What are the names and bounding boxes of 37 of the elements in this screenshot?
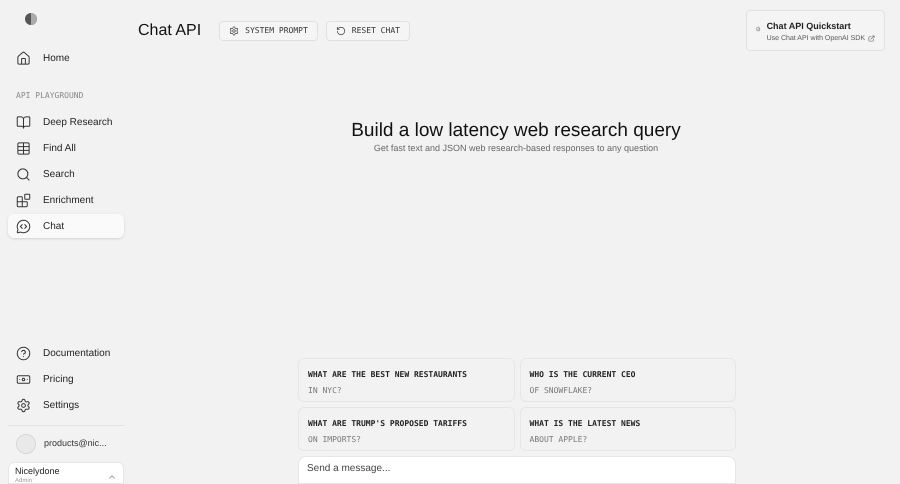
home-icon (16, 50, 31, 66)
toolbar-button[interactable]: SYSTEM PROMPT (219, 21, 318, 41)
suggestion-card[interactable]: WHO IS THE CURRENT CEO OF SNOWFLAKE? (520, 358, 736, 402)
sidebar-item[interactable]: Settings (8, 393, 124, 417)
search-icon (16, 166, 31, 182)
page-title: Chat API (138, 21, 202, 41)
logo-icon (24, 12, 38, 26)
external-link-icon (868, 35, 875, 42)
sidebar-item[interactable]: Home (8, 46, 124, 70)
sidebar-item[interactable]: Chat (8, 214, 124, 238)
settings-icon (16, 398, 31, 412)
toolbar-button[interactable]: RESET CHAT (326, 21, 410, 41)
hero-subtitle: Get fast text and JSON web research-based responses to any question (374, 142, 658, 155)
settings-icon (229, 26, 240, 36)
chat-icon (16, 218, 31, 234)
hero-title: Build a low latency web research query (351, 120, 681, 142)
sidebar-item[interactable]: Pricing (8, 367, 124, 391)
org-name: Nicelydone (15, 466, 60, 476)
help-icon (16, 346, 31, 360)
sidebar-item[interactable]: Documentation (8, 341, 124, 365)
table-icon (16, 140, 31, 156)
sidebar-item[interactable]: Search (8, 162, 124, 186)
sidebar-item[interactable]: Find All (8, 136, 124, 160)
blocks-icon (16, 192, 31, 208)
sidebar-item[interactable]: Deep Research (8, 110, 124, 134)
avatar (16, 434, 36, 454)
section-label: API PLAYGROUND (15, 90, 84, 102)
suggestion-card[interactable]: WHAT IS THE LATEST NEWS ABOUT APPLE? (520, 407, 736, 451)
quickstart-title: Chat API Quickstart (766, 20, 852, 33)
reset-icon (336, 26, 346, 36)
message-input[interactable]: Send a message... (298, 456, 736, 484)
suggestion-card[interactable]: WHAT ARE THE BEST NEW RESTAURANTS IN NYC? (298, 358, 514, 402)
account-button[interactable]: products@nic... (8, 426, 124, 462)
suggestion-card[interactable]: WHAT ARE TRUMP'S PROPOSED TARIFFS ON IMPORTS? (298, 407, 514, 451)
sidebar-item[interactable]: Enrichment (8, 188, 124, 212)
book-icon (16, 114, 31, 130)
file-icon (756, 24, 761, 34)
